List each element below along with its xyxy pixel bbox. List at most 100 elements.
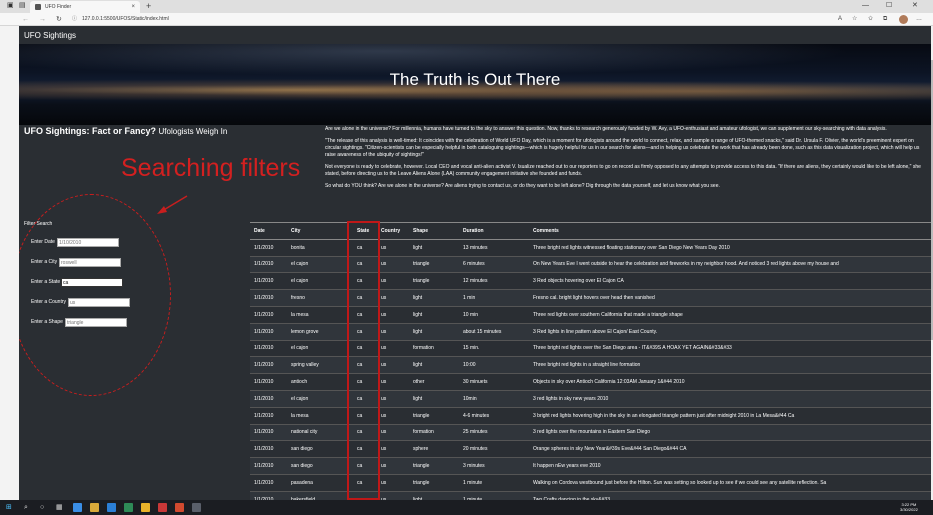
table-cell-date: 1/1/2010 [250,389,287,408]
table-cell-comments: Walking on Cordova westbound just before… [529,473,931,492]
table-cell-city: el cajon [287,389,353,408]
tab-strip: ▣ ▤ UFO Finder × + — ☐ ✕ [0,0,933,13]
table-cell-comments: Objects in sky over Antioch California 1… [529,373,931,391]
table-cell-comments: Three bright red lights witnessed floati… [529,238,931,257]
edge-icon[interactable] [73,503,82,512]
forward-button[interactable]: → [39,13,46,26]
profile-avatar[interactable] [899,15,908,24]
start-icon[interactable]: ⊞ [6,500,12,515]
read-aloud-icon[interactable]: A [838,13,842,26]
maximize-button[interactable]: ☐ [886,0,892,12]
table-cell-comments: 3 bright red lights hovering high in the… [529,406,931,425]
table-cell-country: us [377,406,409,425]
table-cell-city: el cajon [287,339,353,357]
navbar-brand[interactable]: UFO Sightings [24,31,76,40]
column-header-city: City [287,222,353,240]
table-cell-city: la mesa [287,406,353,425]
widgets-icon[interactable]: ▦ [56,500,63,515]
system-clock[interactable]: 3:22 PM 3/30/2022 [900,502,918,512]
table-cell-country: us [377,339,409,357]
table-cell-shape: light [409,305,459,324]
table-cell-date: 1/1/2010 [250,440,287,458]
tab-title: UFO Finder [45,4,72,10]
store-icon[interactable] [124,503,133,512]
table-cell-date: 1/1/2010 [250,272,287,290]
table-cell-duration: 6 minutes [459,255,529,273]
table-cell-comments: Fresno cal. bright light hovers over hea… [529,289,931,307]
windows-taskbar: ⊞ ⌕ ○ ▦ 3:22 PM 3/30/2022 [0,500,933,515]
annotation-circle [19,194,171,396]
app-icon-red[interactable] [158,503,167,512]
hero-title: The Truth is Out There [389,70,561,89]
app-icon-orange[interactable] [175,503,184,512]
table-cell-country: us [377,238,409,257]
table-cell-date: 1/1/2010 [250,238,287,257]
table-cell-country: us [377,373,409,391]
table-cell-city: antioch [287,373,353,391]
table-cell-shape: light [409,389,459,408]
table-cell-shape: other [409,373,459,391]
minimize-button[interactable]: — [862,0,869,12]
column-header-comments: Comments [529,222,931,240]
table-cell-duration: 30 minuets [459,373,529,391]
table-cell-date: 1/1/2010 [250,473,287,492]
state-column-highlight [347,221,380,500]
column-header-duration: Duration [459,222,529,240]
tab-actions-icon[interactable]: ▣ [7,1,14,9]
table-cell-comments: 3 Red lights in line pattern above El Ca… [529,322,931,341]
table-cell-city: san diego [287,457,353,475]
table-cell-duration: 4-6 minutes [459,406,529,425]
table-cell-comments: Two Crafts dancing in the sky&#33 [529,490,931,500]
vscode-icon[interactable] [107,503,116,512]
back-button[interactable]: ← [22,13,29,26]
table-cell-shape: light [409,289,459,307]
url-text: 127.0.0.1:5500/UFOS/Static/index.html [82,16,169,22]
table-cell-date: 1/1/2010 [250,490,287,500]
file-explorer-icon[interactable] [90,503,99,512]
favorite-star-icon[interactable]: ☆ [852,13,857,26]
table-cell-comments: Three bright red lights over the San Die… [529,339,931,357]
table-cell-comments: Orange spheres in sky New Year&#39s Eve&… [529,440,931,458]
table-cell-country: us [377,423,409,441]
table-cell-shape: triangle [409,457,459,475]
task-view-icon[interactable]: ○ [40,500,44,515]
table-cell-city: la mesa [287,305,353,324]
table-cell-duration: 13 minutes [459,238,529,257]
table-cell-comments: Three bright red lights in a straight li… [529,356,931,374]
new-tab-button[interactable]: + [146,0,151,12]
tab-ufo-finder[interactable]: UFO Finder × [30,1,140,13]
lead-heading: UFO Sightings: Fact or Fancy? Ufologists… [24,126,227,136]
table-cell-shape: triangle [409,473,459,492]
page-favicon-icon [35,4,41,10]
collections-icon[interactable]: ▤ [19,1,26,9]
table-cell-city: el cajon [287,255,353,273]
page-content: UFO Sightings The Truth is Out There UFO… [19,26,931,500]
site-info-icon[interactable]: ⓘ [72,15,77,24]
collections-toolbar-icon[interactable]: ⧉ [883,13,887,26]
app-icon-gray[interactable] [192,503,201,512]
table-cell-country: us [377,305,409,324]
table-cell-shape: sphere [409,440,459,458]
close-window-button[interactable]: ✕ [912,0,918,12]
table-cell-city: fresno [287,289,353,307]
table-cell-country: us [377,457,409,475]
table-cell-shape: formation [409,339,459,357]
lead-title: UFO Sightings: Fact or Fancy? [24,126,157,136]
table-cell-city: pasadena [287,473,353,492]
table-cell-city: san diego [287,440,353,458]
table-cell-duration: 1 minute [459,473,529,492]
url-field[interactable]: ⓘ 127.0.0.1:5500/UFOS/Static/index.html [72,15,832,24]
chrome-icon[interactable] [141,503,150,512]
table-cell-date: 1/1/2010 [250,373,287,391]
tab-close-icon[interactable]: × [131,1,135,13]
reload-button[interactable]: ↻ [56,13,62,26]
table-cell-city: bonita [287,238,353,257]
table-cell-comments: 3 red lights over the mountains in Easte… [529,423,931,441]
search-icon[interactable]: ⌕ [24,500,28,515]
settings-more-icon[interactable]: … [916,13,922,26]
table-cell-date: 1/1/2010 [250,289,287,307]
favorites-icon[interactable]: ✩ [868,13,873,26]
address-bar: ← → ↻ ⓘ 127.0.0.1:5500/UFOS/Static/index… [0,13,933,26]
table-cell-shape: triangle [409,272,459,290]
table-cell-date: 1/1/2010 [250,255,287,273]
